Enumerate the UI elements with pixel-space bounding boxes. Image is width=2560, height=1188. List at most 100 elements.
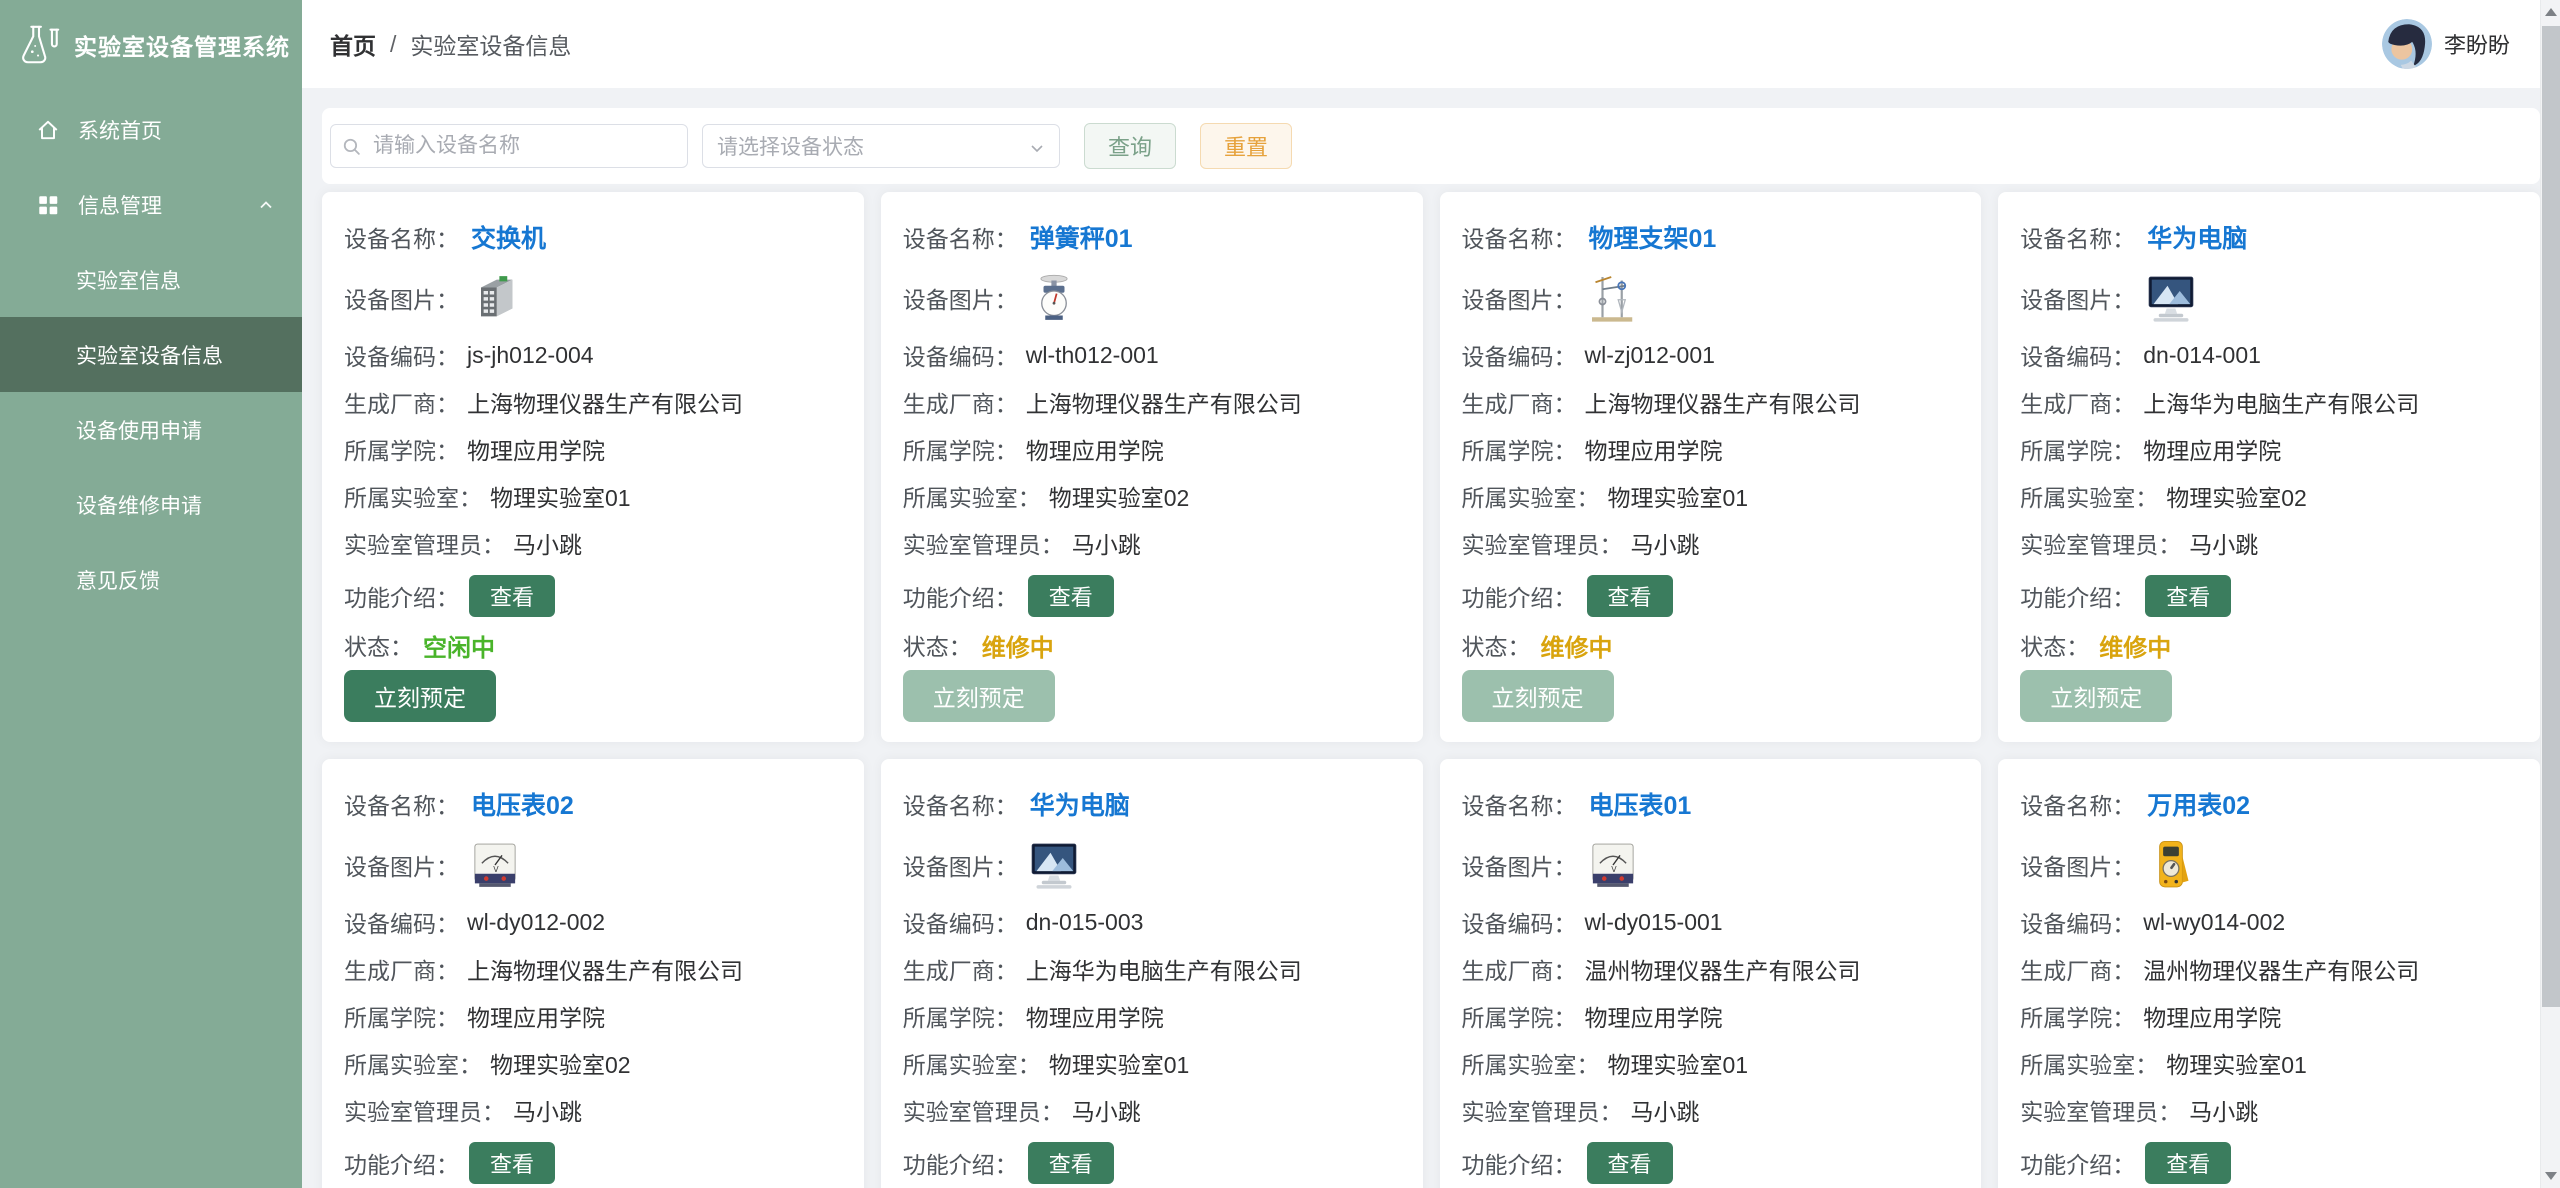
- query-button[interactable]: 查询: [1084, 123, 1176, 169]
- device-lab-value: 物理实验室02: [490, 1046, 631, 1080]
- scrollbar-up-arrow-icon[interactable]: [2545, 8, 2557, 16]
- sidebar-subitem-0[interactable]: 实验室信息: [0, 242, 302, 317]
- view-intro-button[interactable]: 查看: [2145, 1142, 2231, 1184]
- sidebar-subitem-4[interactable]: 意见反馈: [0, 542, 302, 617]
- device-name-value[interactable]: 华为电脑: [1030, 786, 1130, 822]
- search-box: [330, 124, 688, 168]
- view-intro-button[interactable]: 查看: [1587, 575, 1673, 617]
- device-name-value[interactable]: 华为电脑: [2147, 219, 2247, 255]
- device-college-value: 物理应用学院: [2143, 432, 2281, 466]
- reset-button[interactable]: 重置: [1200, 123, 1292, 169]
- device-college-label: 所属学院：: [1462, 999, 1577, 1033]
- scrollbar-thumb[interactable]: [2542, 26, 2560, 1007]
- sidebar-subitem-3[interactable]: 设备维修申请: [0, 467, 302, 542]
- view-intro-button[interactable]: 查看: [1587, 1142, 1673, 1184]
- device-intro-label: 功能介绍：: [344, 1146, 459, 1180]
- reserve-button[interactable]: 立刻预定: [1462, 670, 1614, 722]
- device-code-label: 设备编码：: [903, 338, 1018, 372]
- sidebar: 实验室设备管理系统 系统首页 信息管理: [0, 0, 302, 1188]
- device-name-value[interactable]: 交换机: [471, 219, 546, 255]
- device-status-value: 维修中: [982, 628, 1054, 663]
- breadcrumb: 首页 / 实验室设备信息: [330, 27, 571, 61]
- device-status-label: 状态：: [1462, 628, 1531, 662]
- reserve-button[interactable]: 立刻预定: [2020, 670, 2172, 722]
- sidebar-item-info-mgmt[interactable]: 信息管理: [0, 167, 302, 242]
- device-college-value: 物理应用学院: [2143, 999, 2281, 1033]
- device-status-label: 状态：: [344, 628, 413, 662]
- device-name-value[interactable]: 物理支架01: [1589, 219, 1717, 255]
- reserve-button[interactable]: 立刻预定: [903, 670, 1055, 722]
- app-title: 实验室设备管理系统: [74, 28, 290, 62]
- user-menu[interactable]: 李盼盼: [2382, 19, 2510, 69]
- device-college-label: 所属学院：: [344, 432, 459, 466]
- device-name-value[interactable]: 电压表01: [1589, 786, 1692, 822]
- scrollbar-down-arrow-icon[interactable]: [2545, 1172, 2557, 1180]
- device-admin-label: 实验室管理员：: [344, 526, 505, 560]
- device-lab-label: 所属实验室：: [1462, 479, 1600, 513]
- flask-logo-icon: [16, 22, 62, 68]
- grid-icon: [36, 193, 60, 217]
- device-manufacturer-value: 上海物理仪器生产有限公司: [467, 385, 743, 419]
- topbar: 首页 / 实验室设备信息 李盼盼: [302, 0, 2560, 88]
- device-admin-label: 实验室管理员：: [903, 526, 1064, 560]
- device-code-label: 设备编码：: [903, 905, 1018, 939]
- device-intro-label: 功能介绍：: [2020, 579, 2135, 613]
- device-lab-value: 物理实验室01: [1608, 1046, 1749, 1080]
- device-image-monitor: [2143, 270, 2199, 326]
- app-root: 实验室设备管理系统 系统首页 信息管理: [0, 0, 2560, 1188]
- device-manufacturer-label: 生成厂商：: [1462, 385, 1577, 419]
- chevron-down-icon: [1027, 138, 1047, 163]
- view-intro-button[interactable]: 查看: [1028, 575, 1114, 617]
- device-admin-value: 马小跳: [2189, 526, 2258, 560]
- device-code-value: js-jh012-004: [467, 342, 594, 369]
- device-admin-value: 马小跳: [2189, 1093, 2258, 1127]
- device-image-label: 设备图片：: [1462, 848, 1577, 882]
- device-lab-label: 所属实验室：: [2020, 479, 2158, 513]
- device-status-value: 维修中: [2099, 628, 2171, 663]
- reserve-button[interactable]: 立刻预定: [344, 670, 496, 722]
- device-name-value[interactable]: 电压表02: [471, 786, 574, 822]
- device-college-value: 物理应用学院: [1026, 999, 1164, 1033]
- view-intro-button[interactable]: 查看: [469, 575, 555, 617]
- device-admin-value: 马小跳: [1072, 1093, 1141, 1127]
- device-manufacturer-label: 生成厂商：: [2020, 385, 2135, 419]
- device-code-value: wl-wy014-002: [2143, 909, 2285, 936]
- device-name-search-input[interactable]: [330, 124, 688, 168]
- device-code-label: 设备编码：: [344, 905, 459, 939]
- filter-panel: 请选择设备状态 查询 重置: [322, 108, 2540, 184]
- sidebar-subitem-1[interactable]: 实验室设备信息: [0, 317, 302, 392]
- view-intro-button[interactable]: 查看: [2145, 575, 2231, 617]
- device-image-stand: [1585, 270, 1641, 326]
- device-card: 设备名称： 交换机 设备图片： 设备编码： js-jh012-004 生成厂商：…: [322, 192, 864, 742]
- device-card: 设备名称： 电压表01 设备图片： 设备编码： wl-dy015-001 生成厂…: [1440, 759, 1982, 1188]
- breadcrumb-home[interactable]: 首页: [330, 27, 376, 61]
- device-image-label: 设备图片：: [344, 848, 459, 882]
- device-card: 设备名称： 华为电脑 设备图片： 设备编码： dn-014-001 生成厂商： …: [1998, 192, 2540, 742]
- device-image-monitor: [1026, 837, 1082, 893]
- device-image-label: 设备图片：: [2020, 281, 2135, 315]
- device-name-value[interactable]: 弹簧秤01: [1030, 219, 1133, 255]
- view-intro-button[interactable]: 查看: [1028, 1142, 1114, 1184]
- device-code-label: 设备编码：: [1462, 905, 1577, 939]
- device-image-label: 设备图片：: [2020, 848, 2135, 882]
- device-card: 设备名称： 物理支架01 设备图片： 设备编码： wl-zj012-001 生成…: [1440, 192, 1982, 742]
- device-name-value[interactable]: 万用表02: [2147, 786, 2250, 822]
- device-manufacturer-label: 生成厂商：: [2020, 952, 2135, 986]
- device-manufacturer-value: 温州物理仪器生产有限公司: [1585, 952, 1861, 986]
- device-lab-label: 所属实验室：: [1462, 1046, 1600, 1080]
- page-scrollbar[interactable]: [2540, 0, 2560, 1188]
- device-status-value: 维修中: [1541, 628, 1613, 663]
- device-admin-label: 实验室管理员：: [2020, 1093, 2181, 1127]
- device-admin-label: 实验室管理员：: [1462, 526, 1623, 560]
- sidebar-item-home[interactable]: 系统首页: [0, 92, 302, 167]
- content: 请选择设备状态 查询 重置 设备名称： 交换机 设备图片： 设: [302, 88, 2560, 1188]
- device-status-select[interactable]: 请选择设备状态: [702, 124, 1060, 168]
- device-manufacturer-label: 生成厂商：: [344, 952, 459, 986]
- device-intro-label: 功能介绍：: [1462, 579, 1577, 613]
- device-lab-value: 物理实验室02: [2166, 479, 2307, 513]
- device-card: 设备名称： 万用表02 设备图片： 设备编码： wl-wy014-002 生成厂…: [1998, 759, 2540, 1188]
- device-manufacturer-value: 上海物理仪器生产有限公司: [1585, 385, 1861, 419]
- sidebar-subitem-2[interactable]: 设备使用申请: [0, 392, 302, 467]
- device-manufacturer-value: 上海物理仪器生产有限公司: [467, 952, 743, 986]
- view-intro-button[interactable]: 查看: [469, 1142, 555, 1184]
